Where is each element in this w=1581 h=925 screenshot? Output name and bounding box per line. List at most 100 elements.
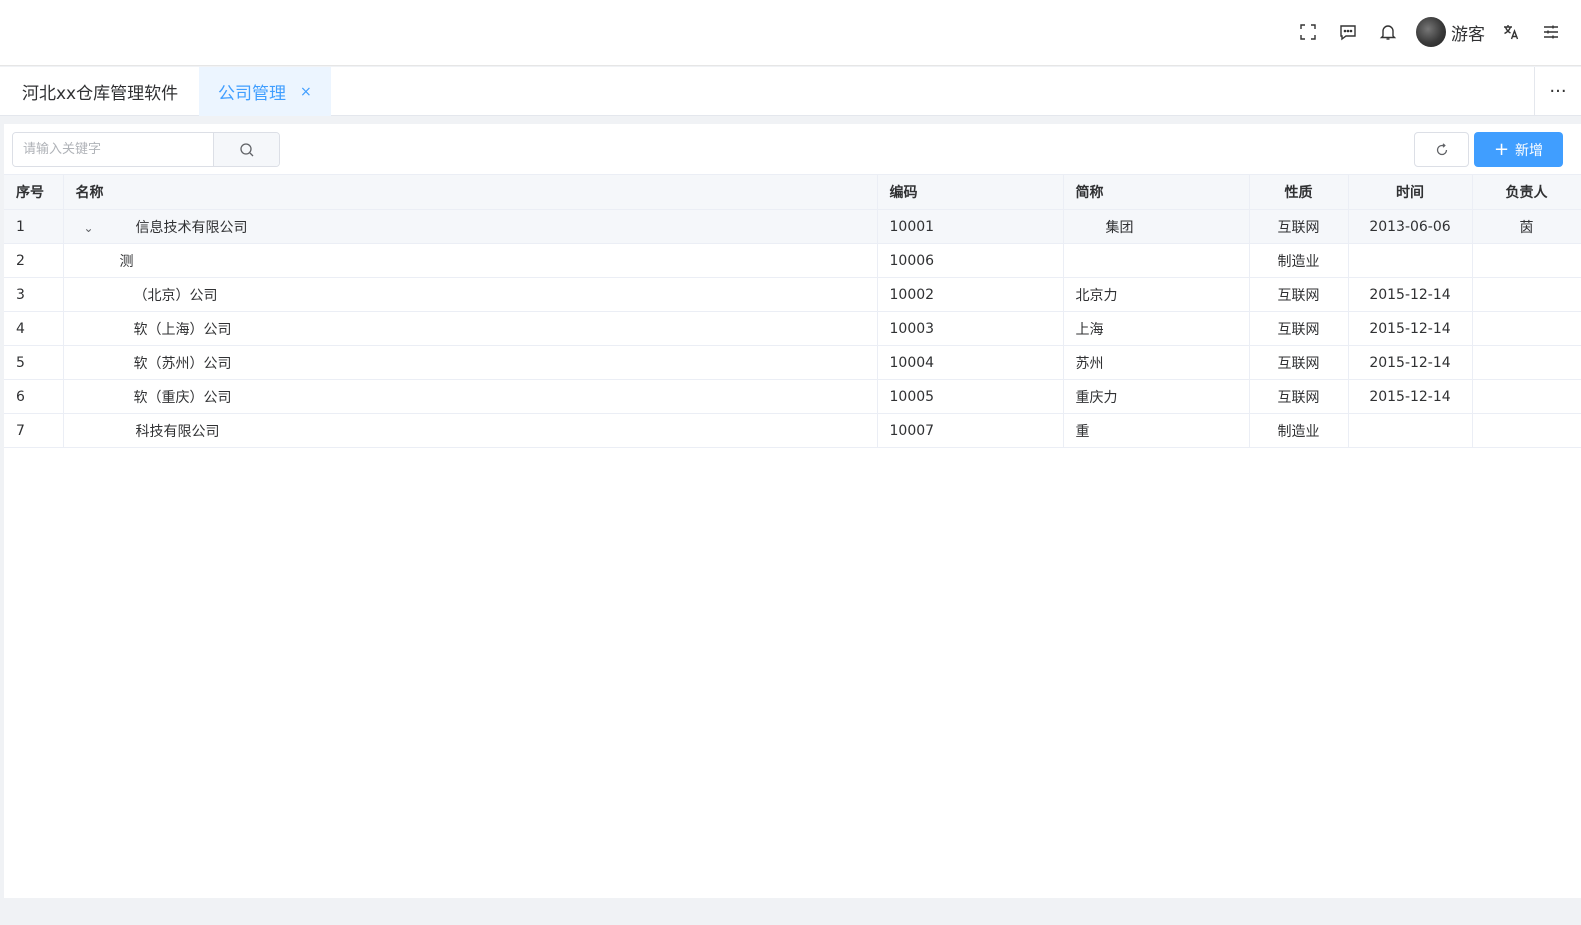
table-row[interactable]: 6 软（重庆）公司 10005 重庆力 互联网 2015-12-14 (4, 379, 1581, 414)
search-button[interactable] (213, 133, 279, 166)
cell-owner (1472, 243, 1581, 278)
cell-type: 互联网 (1249, 379, 1349, 414)
cell-type: 制造业 (1249, 413, 1349, 448)
cell-short (1063, 243, 1250, 278)
cell-index: 2 (4, 243, 64, 278)
cell-owner (1472, 345, 1581, 380)
cell-name-text: （北京）公司 (133, 287, 218, 304)
column-header-short: 简称 (1063, 174, 1250, 210)
translate-icon[interactable] (1491, 14, 1531, 50)
cell-date: 2015-12-14 (1348, 345, 1473, 380)
cell-short: 重庆力 (1063, 379, 1250, 414)
cell-code: 10005 (877, 379, 1064, 414)
cell-index: 3 (4, 277, 64, 312)
cell-name: ⌄ 信息技术有限公司 (63, 209, 878, 244)
column-header-code: 编码 (877, 174, 1064, 210)
cell-name: 软（上海）公司 (63, 311, 878, 346)
column-header-index: 序号 (4, 174, 64, 210)
cell-index: 1 (4, 209, 64, 244)
table-header-row: 序号 名称 编码 简称 性质 时间 负责人 (4, 174, 1581, 210)
chevron-down-icon[interactable]: ⌄ (84, 221, 96, 235)
more-icon[interactable]: ··· (1534, 67, 1581, 116)
cell-short-text: 集团 (1105, 219, 1134, 236)
cell-short: 北京力 (1063, 277, 1250, 312)
cell-name: 科技有限公司 (63, 413, 878, 448)
company-table: 序号 名称 编码 简称 性质 时间 负责人 1 ⌄ 信息技术有限公司 10001 … (4, 174, 1581, 448)
cell-type: 互联网 (1249, 277, 1349, 312)
cell-name: 测 (63, 243, 878, 278)
search-input[interactable] (13, 133, 213, 166)
tab-active-label: 公司管理 (218, 84, 286, 104)
table-row[interactable]: 1 ⌄ 信息技术有限公司 10001 集团 互联网 2013-06-06 茵 (4, 209, 1581, 244)
search-group (12, 132, 280, 167)
cell-index: 7 (4, 413, 64, 448)
cell-owner (1472, 277, 1581, 312)
cell-date: 2013-06-06 (1348, 209, 1473, 244)
table-row[interactable]: 2 测 10006 制造业 (4, 243, 1581, 278)
add-button-label: 新增 (1515, 142, 1544, 159)
cell-type: 互联网 (1249, 345, 1349, 380)
cell-date: 2015-12-14 (1348, 311, 1473, 346)
cell-owner (1472, 311, 1581, 346)
cell-name-text: 信息技术有限公司 (135, 219, 248, 236)
tab-home-label: 河北xx仓库管理软件 (22, 84, 179, 104)
cell-code: 10007 (877, 413, 1064, 448)
cell-owner (1472, 413, 1581, 448)
cell-date: 2015-12-14 (1348, 277, 1473, 312)
cell-index: 5 (4, 345, 64, 380)
table-row[interactable]: 4 软（上海）公司 10003 上海 互联网 2015-12-14 (4, 311, 1581, 346)
cell-date (1348, 243, 1473, 278)
cell-type: 互联网 (1249, 311, 1349, 346)
tabs-bar: 河北xx仓库管理软件 公司管理 × ··· (0, 67, 1581, 116)
cell-type: 制造业 (1249, 243, 1349, 278)
main-panel: + 新增 序号 名称 编码 简称 性质 时间 负责人 1 ⌄ 信息技术有限公司 1… (4, 124, 1581, 898)
cell-code: 10004 (877, 345, 1064, 380)
cell-short: 重 (1063, 413, 1250, 448)
cell-owner: 茵 (1472, 209, 1581, 244)
avatar (1416, 17, 1446, 47)
fullscreen-icon[interactable] (1288, 14, 1328, 50)
cell-owner (1472, 379, 1581, 414)
cell-name: 软（重庆）公司 (63, 379, 878, 414)
column-header-date: 时间 (1348, 174, 1473, 210)
table-row[interactable]: 5 软（苏州）公司 10004 苏州 互联网 2015-12-14 (4, 345, 1581, 380)
cell-name-text: 软（上海）公司 (133, 321, 232, 338)
cell-short: 苏州 (1063, 345, 1250, 380)
cell-date: 2015-12-14 (1348, 379, 1473, 414)
cell-code: 10003 (877, 311, 1064, 346)
user-menu[interactable]: 游客 (1408, 14, 1491, 50)
column-header-name: 名称 (63, 174, 878, 210)
table-row[interactable]: 3 （北京）公司 10002 北京力 互联网 2015-12-14 (4, 277, 1581, 312)
bottom-strip (0, 898, 1581, 925)
top-header: 游客 (0, 0, 1581, 66)
cell-name: 软（苏州）公司 (63, 345, 878, 380)
tab-company-management[interactable]: 公司管理 × (199, 67, 331, 116)
search-icon (239, 142, 253, 156)
settings-sliders-icon[interactable] (1531, 14, 1571, 50)
bell-icon[interactable] (1368, 14, 1408, 50)
table-row[interactable]: 7 科技有限公司 10007 重 制造业 (4, 413, 1581, 448)
cell-code: 10002 (877, 277, 1064, 312)
cell-name-text: 科技有限公司 (135, 423, 220, 440)
cell-short: 集团 (1063, 209, 1250, 244)
refresh-button[interactable] (1414, 132, 1469, 167)
cell-code: 10006 (877, 243, 1064, 278)
cell-code: 10001 (877, 209, 1064, 244)
refresh-icon (1436, 142, 1447, 155)
add-button[interactable]: + 新增 (1474, 132, 1563, 167)
column-header-type: 性质 (1249, 174, 1349, 210)
cell-date (1348, 413, 1473, 448)
cell-name-text: 测 (119, 253, 134, 270)
column-header-owner: 负责人 (1472, 174, 1581, 210)
message-icon[interactable] (1328, 14, 1368, 50)
cell-type: 互联网 (1249, 209, 1349, 244)
cell-name-text: 软（重庆）公司 (133, 389, 232, 406)
cell-short: 上海 (1063, 311, 1250, 346)
header-tools: 游客 (1288, 14, 1571, 50)
username: 游客 (1451, 24, 1485, 45)
plus-icon: + (1493, 138, 1510, 160)
tab-home[interactable]: 河北xx仓库管理软件 (0, 67, 200, 116)
close-icon[interactable]: × (300, 84, 312, 100)
cell-index: 4 (4, 311, 64, 346)
cell-name-text: 软（苏州）公司 (133, 355, 232, 372)
